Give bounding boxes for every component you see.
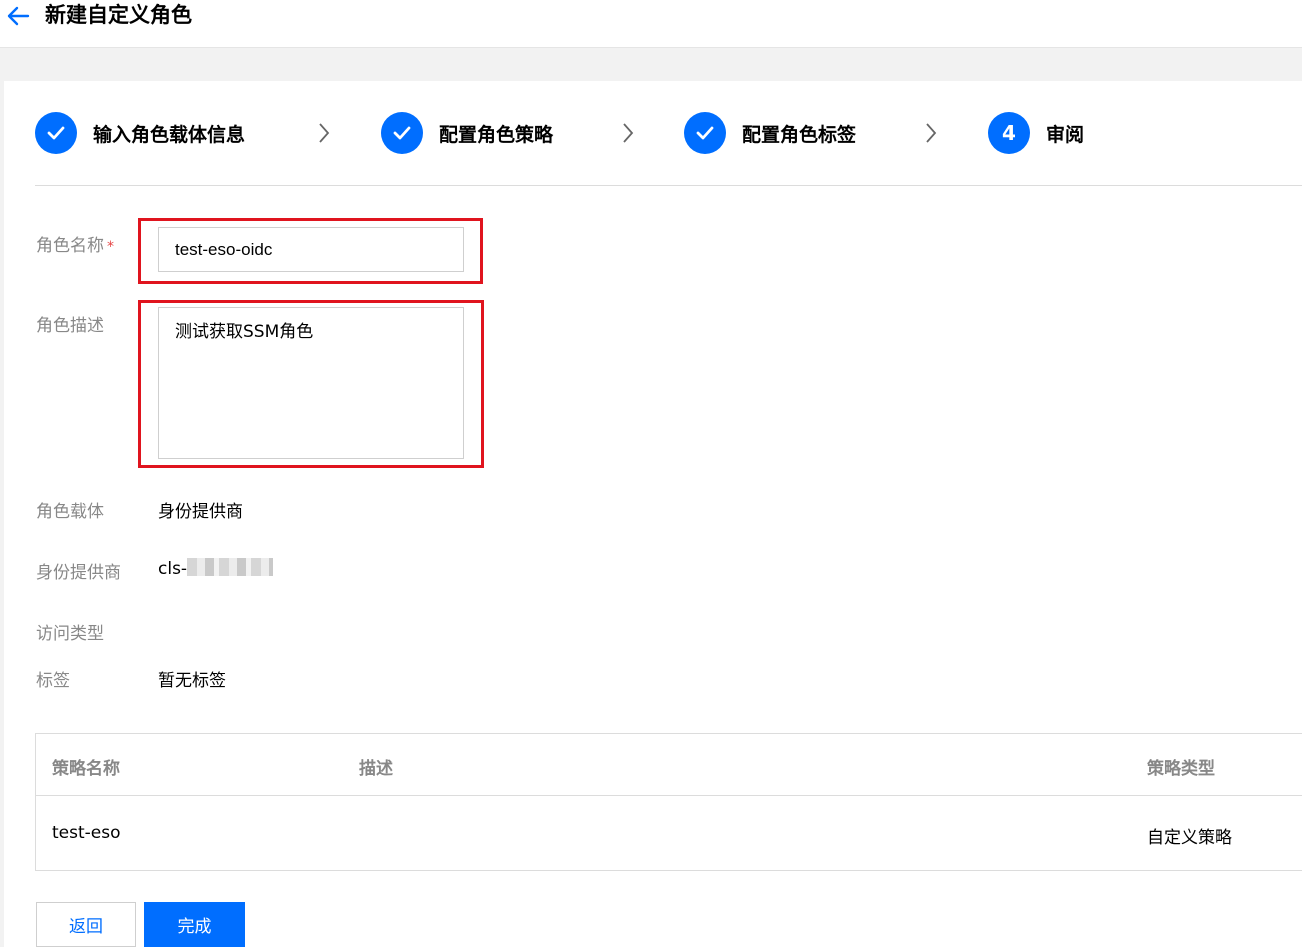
chevron-right-icon [926, 123, 937, 143]
policy-table: 策略名称 描述 策略类型 test-eso 自定义策略 [35, 733, 1302, 871]
column-header-description: 描述 [359, 759, 393, 779]
cell-policy-type: 自定义策略 [1147, 828, 1232, 848]
role-desc-label: 角色描述 [36, 316, 104, 336]
page-title: 新建自定义角色 [45, 3, 192, 27]
access-type-label: 访问类型 [36, 624, 104, 644]
idp-value: cls- [158, 558, 274, 579]
check-icon [47, 126, 65, 140]
cell-policy-name: test-eso [52, 823, 121, 843]
step-3-label: 配置角色标签 [742, 123, 857, 146]
step-1: 输入角色载体信息 [35, 109, 245, 157]
required-mark: * [107, 239, 114, 255]
steps-divider [35, 185, 1302, 186]
idp-label: 身份提供商 [36, 563, 121, 583]
step-1-label: 输入角色载体信息 [93, 123, 246, 146]
check-icon [696, 126, 714, 140]
top-bar: 新建自定义角色 [0, 0, 1302, 48]
step-2-label: 配置角色策略 [439, 123, 554, 146]
table-row: test-eso 自定义策略 [36, 796, 1302, 870]
arrow-left-icon[interactable] [6, 5, 30, 27]
table-header: 策略名称 描述 策略类型 [36, 734, 1302, 796]
column-header-policy-name: 策略名称 [52, 759, 120, 779]
step-2-circle [381, 112, 423, 154]
tags-value: 暂无标签 [158, 671, 226, 691]
step-4-label: 审阅 [1046, 123, 1085, 146]
step-1-circle [35, 112, 77, 154]
role-name-label: 角色名称 * [36, 236, 114, 256]
redacted-mask [187, 558, 274, 576]
role-name-input[interactable] [158, 227, 464, 272]
chevron-right-icon [623, 123, 634, 143]
tags-label: 标签 [36, 671, 70, 691]
role-carrier-label: 角色载体 [36, 502, 104, 522]
step-3: 配置角色标签 [684, 109, 856, 157]
step-2: 配置角色策略 [381, 109, 553, 157]
role-desc-textarea[interactable]: 测试获取SSM角色 [158, 307, 464, 459]
step-4-circle: 4 [988, 112, 1030, 154]
column-header-policy-type: 策略类型 [1147, 759, 1215, 779]
step-3-circle [684, 112, 726, 154]
chevron-right-icon [319, 123, 330, 143]
step-4: 4 审阅 [988, 109, 1084, 157]
main-panel: 输入角色载体信息 配置角色策略 配置角色标签 4 审阅 角色名称* 角色描述 测… [4, 81, 1302, 947]
role-carrier-value: 身份提供商 [158, 502, 243, 522]
check-icon [393, 126, 411, 140]
finish-button[interactable]: 完成 [144, 902, 245, 947]
back-button[interactable]: 返回 [36, 902, 136, 947]
